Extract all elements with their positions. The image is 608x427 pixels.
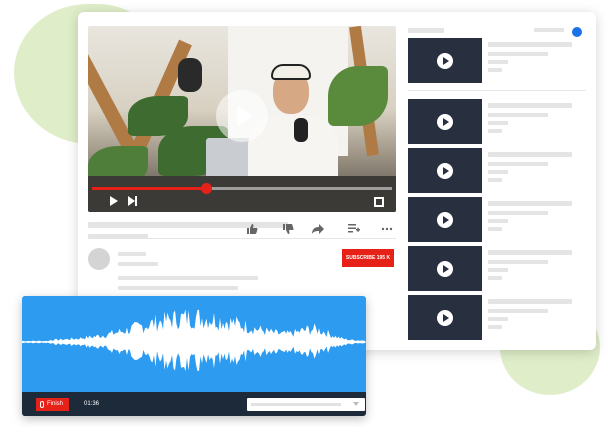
video-frame-microphone [294,118,308,142]
audio-waveform [22,309,366,372]
up-next-label-placeholder [408,28,444,33]
finish-label: Finish [47,401,64,407]
microphone-icon [40,401,44,408]
add-to-playlist-icon[interactable] [348,224,360,237]
big-play-icon[interactable] [216,90,268,142]
play-icon [437,212,453,228]
video-progress-fill [92,187,206,190]
thumbnail-meta-placeholder [488,309,548,313]
video-frame-laptop [206,138,252,178]
thumbnail-title-placeholder [488,201,572,206]
video-thumbnail[interactable] [408,295,482,340]
thumbnail-meta-placeholder [488,170,508,174]
channel-name-placeholder [118,252,146,256]
autoplay-toggle[interactable] [572,27,582,37]
input-device-select[interactable] [247,398,365,411]
thumbnail-meta-placeholder [488,211,548,215]
thumbs-down-icon[interactable] [282,223,294,238]
thumbnail-meta-placeholder [488,129,502,133]
thumbs-up-icon[interactable] [246,223,258,238]
waveform-shape [22,309,366,372]
thumbnail-meta-placeholder [488,178,502,182]
fullscreen-icon[interactable] [374,197,384,207]
subscribe-button[interactable]: SUBSCRIBE 195 K [342,249,394,267]
video-frame-desk [88,176,396,212]
divider [408,90,586,91]
channel-avatar[interactable] [88,248,110,270]
thumbnail-meta-placeholder [488,219,508,223]
video-thumbnail[interactable] [408,197,482,242]
thumbnail-meta-placeholder [488,60,508,64]
video-thumbnail[interactable] [408,246,482,291]
thumbnail-meta-placeholder [488,276,502,280]
thumbnail-title-placeholder [488,299,572,304]
thumbnail-meta-placeholder [488,162,548,166]
recording-timer: 01:36 [84,401,100,407]
video-thumbnail[interactable] [408,38,482,83]
description-placeholder [118,286,238,290]
play-icon[interactable] [110,196,118,206]
skip-next-icon[interactable] [128,196,138,206]
divider [88,238,396,239]
audio-recorder-panel: Finish 01:36 [22,296,366,416]
play-icon [437,163,453,179]
thumbnail-meta-placeholder [488,325,502,329]
video-thumbnail[interactable] [408,148,482,193]
finish-button[interactable]: Finish [36,398,70,411]
thumbnail-meta-placeholder [488,52,548,56]
thumbnail-meta-placeholder [488,260,548,264]
thumbnail-meta-placeholder [488,121,508,125]
video-thumbnail[interactable] [408,99,482,144]
thumbnail-meta-placeholder [488,68,502,72]
autoplay-label-placeholder [534,28,564,32]
share-icon[interactable] [312,224,324,237]
video-frame-plant [328,66,388,126]
thumbnail-title-placeholder [488,103,572,108]
play-icon [437,114,453,130]
video-player[interactable] [88,26,396,212]
select-value-placeholder [251,403,341,406]
play-icon [437,261,453,277]
recorder-toolbar: Finish 01:36 [22,392,366,416]
thumbnail-title-placeholder [488,152,572,157]
thumbnail-title-placeholder [488,42,572,47]
play-icon [437,53,453,69]
more-icon[interactable] [381,224,393,237]
play-icon [437,310,453,326]
video-frame-microphone [178,58,202,92]
chevron-down-icon [353,402,359,406]
thumbnail-meta-placeholder [488,113,548,117]
description-placeholder [118,276,258,280]
video-progress-handle[interactable] [201,183,212,194]
video-title-placeholder [88,222,288,228]
video-frame-cap [271,64,311,80]
thumbnail-meta-placeholder [488,268,508,272]
thumbnail-title-placeholder [488,250,572,255]
thumbnail-meta-placeholder [488,227,502,231]
channel-subs-placeholder [118,262,158,266]
thumbnail-meta-placeholder [488,317,508,321]
